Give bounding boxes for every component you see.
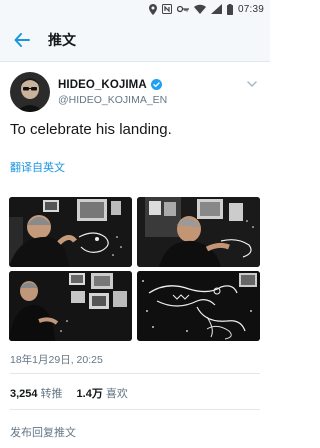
media-grid [9,197,260,341]
chevron-down-icon[interactable] [246,78,258,90]
likes-stat[interactable]: 1.4万 喜欢 [77,385,128,401]
likes-label: 喜欢 [105,388,128,400]
divider [10,373,260,374]
back-button[interactable] [0,18,44,62]
reply-input[interactable]: 发布回复推文 [10,424,76,440]
retweets-stat[interactable]: 3,254 转推 [10,385,63,401]
page-title: 推文 [48,31,76,48]
tweet-author: HIDEO_KOJIMA @HIDEO_KOJIMA_EN [10,70,260,114]
status-time: 07:39 [237,3,264,15]
avatar[interactable] [10,72,50,112]
author-display-name[interactable]: HIDEO_KOJIMA [58,79,147,91]
likes-count: 1.4万 [76,388,103,400]
app-bar: 推文 [0,18,270,62]
author-handle[interactable]: @HIDEO_KOJIMA_EN [58,94,167,106]
location-icon [148,3,157,15]
wifi-icon [193,3,206,15]
key-icon [176,3,189,15]
divider [10,409,260,410]
tweet-photo-2[interactable] [137,197,260,267]
tweet-stats: 3,254 转推 1.4万 喜欢 [10,385,128,401]
tweet-timestamp: 18年1月29日, 20:25 [10,354,103,366]
status-bar: 07:39 [0,0,270,18]
retweets-count: 3,254 [10,388,38,400]
tweet-photo-3[interactable] [9,271,132,341]
tweet-text: To celebrate his landing. [10,121,172,138]
nfc-icon [161,3,172,15]
tweet-photo-1[interactable] [9,197,132,267]
signal-icon [210,3,222,15]
translate-link[interactable]: 翻译自英文 [10,159,65,175]
retweets-label: 转推 [40,388,63,400]
battery-icon [226,3,233,15]
arrow-left-icon [14,32,30,47]
verified-badge-icon [150,79,162,90]
tweet-photo-4[interactable] [137,271,260,341]
